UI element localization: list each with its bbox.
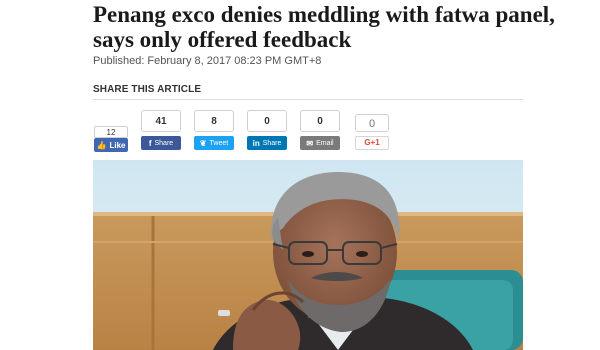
email-share-button[interactable]: ✉ Email <box>300 136 340 150</box>
article-headline: Penang exco denies meddling with fatwa p… <box>93 2 555 52</box>
thumbs-up-icon: 👍 <box>96 140 107 150</box>
linkedin-icon: in <box>252 138 260 148</box>
googleplus-share-widget: 0 G+1 <box>355 114 389 150</box>
email-label: Email <box>316 139 334 147</box>
email-count: 0 <box>300 110 340 132</box>
linkedin-share-button[interactable]: in Share <box>247 136 287 150</box>
share-section-title: SHARE THIS ARTICLE <box>93 84 202 95</box>
portrait-photo-illustration <box>93 160 523 350</box>
tweet-label: Tweet <box>209 139 229 147</box>
linkedin-share-widget: 0 in Share <box>247 110 287 150</box>
twitter-share-widget: 8 ❦ Tweet <box>194 110 234 150</box>
facebook-like-button[interactable]: 👍 Like <box>94 138 128 152</box>
facebook-like-widget: 12 👍 Like <box>94 126 128 152</box>
article-photo <box>93 160 523 350</box>
email-share-widget: 0 ✉ Email <box>300 110 340 150</box>
twitter-tweet-button[interactable]: ❦ Tweet <box>194 136 234 150</box>
like-label: Like <box>109 140 126 150</box>
facebook-share-label: Share <box>154 139 174 147</box>
googleplus-count: 0 <box>355 114 389 132</box>
envelope-icon: ✉ <box>306 138 314 148</box>
facebook-share-count: 41 <box>141 110 181 132</box>
twitter-count: 8 <box>194 110 234 132</box>
linkedin-count: 0 <box>247 110 287 132</box>
like-count: 12 <box>94 126 128 138</box>
facebook-share-widget: 41 f Share <box>141 110 181 150</box>
googleplus-button[interactable]: G+1 <box>355 136 389 150</box>
facebook-share-button[interactable]: f Share <box>141 136 181 150</box>
facebook-icon: f <box>148 138 152 148</box>
share-divider <box>93 99 523 100</box>
published-date: Published: February 8, 2017 08:23 PM GMT… <box>93 55 322 67</box>
twitter-bird-icon: ❦ <box>199 138 207 148</box>
linkedin-share-label: Share <box>262 139 282 147</box>
